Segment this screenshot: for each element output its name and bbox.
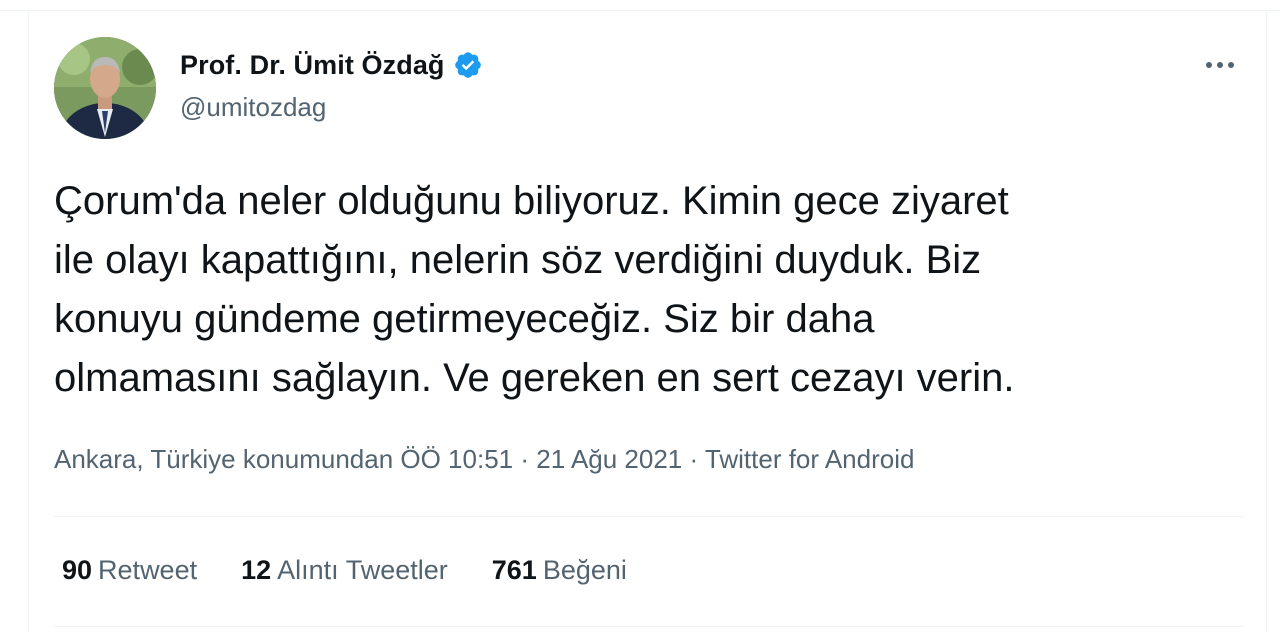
tweet-date[interactable]: 21 Ağu 2021 bbox=[536, 444, 682, 474]
likes-count: 761 bbox=[491, 555, 537, 585]
author-display-name[interactable]: Prof. Dr. Ümit Özdağ bbox=[180, 50, 445, 81]
author-name-row[interactable]: Prof. Dr. Ümit Özdağ bbox=[180, 46, 483, 84]
likes-label: Beğeni bbox=[542, 555, 627, 585]
more-horizontal-icon bbox=[1205, 56, 1235, 74]
avatar[interactable] bbox=[54, 37, 156, 139]
left-border bbox=[28, 10, 29, 632]
retweets-label: Retweet bbox=[98, 555, 198, 585]
more-options-button[interactable] bbox=[1200, 50, 1240, 80]
tweet-location: Ankara, Türkiye konumundan bbox=[54, 444, 394, 474]
tweet-source[interactable]: Twitter for Android bbox=[705, 444, 915, 474]
quote-tweets-stat[interactable]: 12 Alıntı Tweetler bbox=[241, 555, 448, 586]
top-divider bbox=[0, 10, 1280, 11]
quote-tweets-count: 12 bbox=[241, 555, 272, 585]
tweet-time[interactable]: ÖÖ 10:51 bbox=[400, 444, 513, 474]
quote-tweets-label: Alıntı Tweetler bbox=[277, 555, 448, 585]
tweet-detail: Prof. Dr. Ümit Özdağ @umitozdag Çorum'da… bbox=[0, 0, 1280, 632]
stats-bottom-divider bbox=[54, 626, 1244, 627]
verified-badge-icon bbox=[453, 50, 483, 80]
tweet-metadata: Ankara, Türkiye konumundan ÖÖ 10:51 · 21… bbox=[54, 444, 914, 475]
meta-separator: · bbox=[513, 444, 537, 474]
retweets-count: 90 bbox=[62, 555, 93, 585]
stats-top-divider bbox=[54, 516, 1244, 517]
tweet-text: Çorum'da neler olduğunu biliyoruz. Kimin… bbox=[54, 179, 1015, 400]
meta-separator: · bbox=[682, 444, 705, 474]
right-border bbox=[1266, 10, 1267, 632]
author-handle[interactable]: @umitozdag bbox=[180, 92, 326, 123]
retweets-stat[interactable]: 90 Retweet bbox=[62, 555, 197, 586]
engagement-stats: 90 Retweet 12 Alıntı Tweetler 761 Beğeni bbox=[62, 555, 671, 586]
likes-stat[interactable]: 761 Beğeni bbox=[492, 555, 627, 586]
